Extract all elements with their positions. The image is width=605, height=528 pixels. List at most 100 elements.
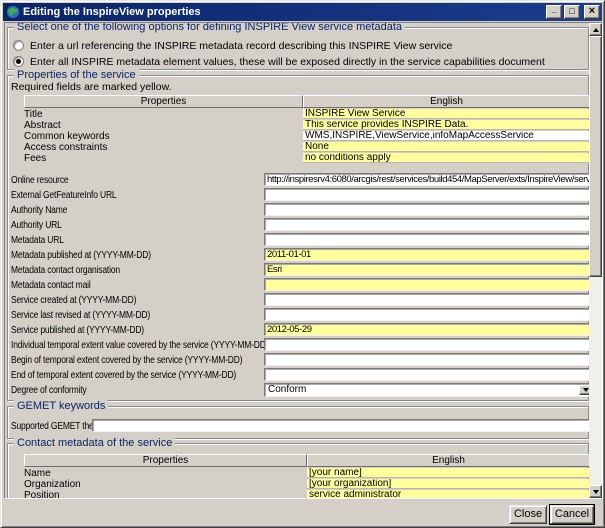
table-row: External GetFeatureInfo URL: [11, 188, 588, 202]
property-value-input[interactable]: [264, 233, 589, 246]
vertical-scrollbar[interactable]: [589, 23, 602, 498]
property-label: External GetFeatureInfo URL: [11, 190, 135, 201]
table-row: Authority Name: [11, 203, 588, 217]
table-row: Service published at (YYYY-MM-DD): [11, 323, 588, 337]
minimize-button[interactable]: _: [546, 5, 562, 19]
scrollbar-up-button[interactable]: [589, 23, 602, 36]
property-label: Abstract: [24, 120, 303, 131]
property-label: End of temporal extent covered by the se…: [11, 370, 276, 381]
options-group: Select one of the following options for …: [7, 27, 589, 70]
properties-group-label: Properties of the service: [14, 69, 139, 81]
table-row: Common keywords WMS,INSPIRE,ViewService,…: [24, 131, 589, 142]
radio-option-url-label: Enter a url referencing the INSPIRE meta…: [30, 40, 452, 52]
radio-icon-unselected[interactable]: [13, 40, 24, 51]
table-row: Individual temporal extent value covered…: [11, 338, 588, 352]
gemet-group-label: GEMET keywords: [14, 400, 108, 412]
table-row: Metadata contact organisation: [11, 263, 588, 277]
contact-value-cell[interactable]: service administrator: [307, 490, 589, 498]
close-button[interactable]: Close: [509, 505, 547, 524]
contact-group-label: Contact metadata of the service: [14, 437, 175, 449]
property-value-input[interactable]: [264, 248, 589, 261]
scrollbar-track[interactable]: [589, 277, 602, 485]
dropdown-selected-value: Conform: [268, 384, 306, 395]
scrollbar-thumb[interactable]: [589, 36, 602, 277]
property-value-input[interactable]: [264, 263, 589, 276]
panel-content: Select one of the following options for …: [5, 23, 589, 498]
table-row: Fees no conditions apply: [24, 153, 589, 164]
property-value-input[interactable]: [264, 173, 589, 186]
property-label: Access constraints: [24, 142, 303, 153]
gemet-group: GEMET keywords Supported GEMET themes: [7, 406, 589, 439]
table-row: Name [your name]: [24, 468, 589, 479]
contact-label: Position: [24, 490, 307, 498]
degree-of-conformity-dropdown[interactable]: Conform: [264, 383, 589, 397]
property-label: Metadata contact mail: [11, 280, 105, 291]
property-value-cell[interactable]: This service provides INSPIRE Data.: [303, 120, 589, 130]
required-note: Required fields are marked yellow.: [11, 81, 172, 93]
property-label: Title: [24, 109, 303, 120]
chevron-up-icon: [593, 28, 599, 32]
maximize-button[interactable]: □: [564, 5, 580, 19]
contact-label: Organization: [24, 479, 307, 490]
table-row: Title INSPIRE View Service: [24, 109, 589, 120]
table-row: Abstract This service provides INSPIRE D…: [24, 120, 589, 131]
column-header-english: English: [303, 95, 589, 108]
table-row: Service last revised at (YYYY-MM-DD): [11, 308, 588, 322]
property-label: Service last revised at (YYYY-MM-DD): [11, 310, 175, 321]
property-value-input[interactable]: [264, 323, 589, 336]
property-value-input[interactable]: [264, 368, 589, 381]
contact-value-cell[interactable]: [your organization]: [307, 479, 589, 489]
property-label: Metadata URL: [11, 235, 73, 246]
dropdown-button[interactable]: [579, 385, 589, 395]
properties-table-header: Properties English: [24, 95, 589, 108]
property-label: Common keywords: [24, 131, 303, 142]
table-row: Metadata published at (YYYY-MM-DD): [11, 248, 588, 262]
property-value-input[interactable]: [264, 308, 589, 321]
scrollbar-down-button[interactable]: [589, 485, 602, 498]
radio-option-all-values[interactable]: Enter all INSPIRE metadata element value…: [13, 55, 545, 68]
property-value-cell[interactable]: no conditions apply: [303, 153, 589, 163]
property-value-input[interactable]: [264, 278, 589, 291]
table-row: Service created at (YYYY-MM-DD): [11, 293, 588, 307]
radio-icon-selected[interactable]: [13, 56, 24, 67]
globe-icon: [6, 5, 20, 19]
radio-option-url[interactable]: Enter a url referencing the INSPIRE meta…: [13, 39, 452, 52]
scroll-panel: Select one of the following options for …: [4, 22, 603, 499]
property-value-cell[interactable]: WMS,INSPIRE,ViewService,infoMapAccessSer…: [303, 131, 589, 141]
title-bar[interactable]: Editing the InspireView properties _ □ ×: [3, 3, 602, 21]
table-row: Position service administrator: [24, 490, 589, 498]
property-value-input[interactable]: [264, 353, 589, 366]
property-label: Fees: [24, 153, 303, 164]
contact-label: Name: [24, 468, 307, 479]
column-header-properties: Properties: [24, 95, 303, 108]
property-label: Metadata published at (YYYY-MM-DD): [11, 250, 176, 261]
table-row: Begin of temporal extent covered by the …: [11, 353, 588, 367]
property-value-cell[interactable]: None: [303, 142, 589, 152]
property-label: Authority URL: [11, 220, 71, 231]
property-label: Degree of conformity: [11, 385, 100, 396]
gemet-themes-row: Supported GEMET themes: [11, 419, 588, 433]
property-label: Authority Name: [11, 205, 77, 216]
property-label: Begin of temporal extent covered by the …: [11, 355, 283, 366]
property-label: Service created at (YYYY-MM-DD): [11, 295, 158, 306]
gemet-themes-input[interactable]: [92, 419, 589, 432]
close-window-button[interactable]: ×: [584, 5, 600, 19]
contact-value-cell[interactable]: [your name]: [307, 468, 589, 478]
property-value-input[interactable]: [264, 188, 589, 201]
property-value-input[interactable]: [264, 293, 589, 306]
property-label: Online resource: [11, 175, 79, 186]
table-row: Online resource: [11, 173, 588, 187]
property-value-input[interactable]: [264, 203, 589, 216]
degree-of-conformity-row: Degree of conformity Conform: [11, 383, 588, 397]
column-header-english: English: [307, 454, 589, 467]
table-row: Access constraints None: [24, 142, 589, 153]
cancel-button[interactable]: Cancel: [550, 505, 594, 524]
property-value-cell[interactable]: INSPIRE View Service: [303, 109, 589, 119]
table-row: Metadata URL: [11, 233, 588, 247]
contact-table-header: Properties English: [24, 454, 589, 467]
property-value-input[interactable]: [264, 218, 589, 231]
column-header-properties: Properties: [24, 454, 307, 467]
property-value-input[interactable]: [264, 338, 589, 351]
table-row: End of temporal extent covered by the se…: [11, 368, 588, 382]
properties-group: Properties of the service Required field…: [7, 75, 589, 401]
